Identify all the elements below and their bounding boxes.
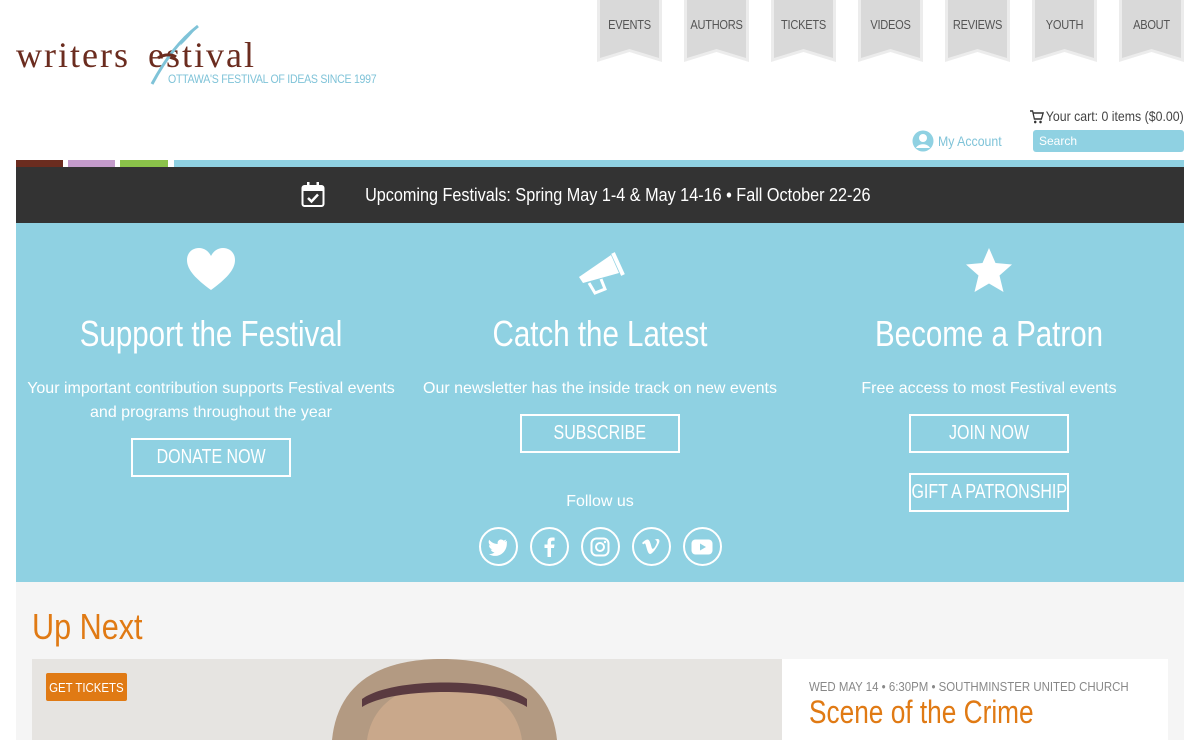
- donate-now-button[interactable]: DONATE NOW: [131, 438, 291, 477]
- support-desc: Your important contribution supports Fes…: [27, 380, 395, 421]
- follow-us-label: Follow us: [566, 493, 634, 510]
- nav-label: YOUTH: [1045, 17, 1084, 32]
- nav-label: EVENTS: [608, 17, 651, 32]
- megaphone-icon: [579, 252, 625, 295]
- nav-events[interactable]: EVENTS: [597, 0, 662, 62]
- nav-label: TICKETS: [781, 17, 826, 32]
- get-tickets-button[interactable]: GET TICKETS: [46, 673, 127, 701]
- nav-authors[interactable]: AUTHORS: [684, 0, 749, 62]
- nav-youth[interactable]: YOUTH: [1032, 0, 1097, 62]
- my-account-label: My Account: [938, 133, 1002, 149]
- vimeo-icon[interactable]: [631, 527, 671, 566]
- join-now-button[interactable]: JOIN NOW: [909, 414, 1069, 453]
- get-tickets-label: GET TICKETS: [49, 679, 124, 695]
- calendar-check-icon: [301, 182, 325, 207]
- user-circle-icon: [912, 130, 934, 152]
- subscribe-button[interactable]: SUBSCRIBE: [520, 414, 680, 453]
- heart-icon: [187, 248, 235, 290]
- donate-now-label: DONATE NOW: [156, 446, 266, 468]
- up-next-title: Up Next: [32, 606, 143, 647]
- banner-text: Upcoming Festivals: Spring May 1-4 & May…: [365, 184, 871, 205]
- nav-label: ABOUT: [1133, 17, 1170, 32]
- instagram-icon[interactable]: [580, 527, 620, 566]
- nav-about[interactable]: ABOUT: [1119, 0, 1184, 62]
- patron-title: Become a Patron: [874, 313, 1104, 354]
- subscribe-label: SUBSCRIBE: [553, 422, 647, 444]
- join-now-label: JOIN NOW: [949, 422, 1029, 444]
- author-photo: [32, 659, 782, 740]
- my-account-link[interactable]: My Account: [912, 130, 1010, 152]
- site-logo[interactable]: writers estival OTTAWA'S FESTIVAL OF IDEA…: [16, 24, 377, 94]
- nav-label: VIDEOS: [870, 17, 911, 32]
- event-meta: WED MAY 14 • 6:30PM • SOUTHMINSTER UNITE…: [809, 679, 1129, 694]
- cta-panel: Support the Festival Your important cont…: [16, 223, 1184, 582]
- nav-label: AUTHORS: [690, 17, 743, 32]
- cart-link[interactable]: Your cart: 0 items ($0.00): [1030, 108, 1184, 124]
- social-links: [405, 527, 795, 566]
- main-nav: EVENTS AUTHORS TICKETS VIDEOS REVIEWS YO…: [597, 0, 1184, 62]
- nav-reviews[interactable]: REVIEWS: [945, 0, 1010, 62]
- gift-patronship-button[interactable]: GIFT A PATRONSHIP: [909, 473, 1069, 512]
- nav-videos[interactable]: VIDEOS: [858, 0, 923, 62]
- patron-desc: Free access to most Festival events: [861, 380, 1117, 397]
- support-title: Support the Festival: [79, 313, 343, 354]
- newsletter-title: Catch the Latest: [492, 313, 708, 354]
- cart-icon: [1030, 110, 1045, 124]
- nav-label: REVIEWS: [952, 17, 1003, 32]
- search-input[interactable]: [1033, 130, 1184, 152]
- gift-patronship-label: GIFT A PATRONSHIP: [911, 481, 1067, 503]
- facebook-icon[interactable]: [529, 527, 569, 566]
- youtube-icon[interactable]: [682, 527, 722, 566]
- twitter-icon[interactable]: [478, 527, 518, 566]
- festival-dates-banner: Upcoming Festivals: Spring May 1-4 & May…: [16, 167, 1184, 223]
- nav-tickets[interactable]: TICKETS: [771, 0, 836, 62]
- newsletter-desc: Our newsletter has the inside track on n…: [423, 380, 777, 397]
- event-title[interactable]: Scene of the Crime: [809, 694, 1034, 731]
- cart-label: Your cart: 0 items ($0.00): [1046, 108, 1184, 124]
- star-icon: [966, 248, 1012, 292]
- logo-wordmark: writers estival: [16, 35, 256, 75]
- event-image[interactable]: [32, 659, 782, 740]
- logo-tagline: OTTAWA'S FESTIVAL OF IDEAS SINCE 1997: [168, 72, 377, 86]
